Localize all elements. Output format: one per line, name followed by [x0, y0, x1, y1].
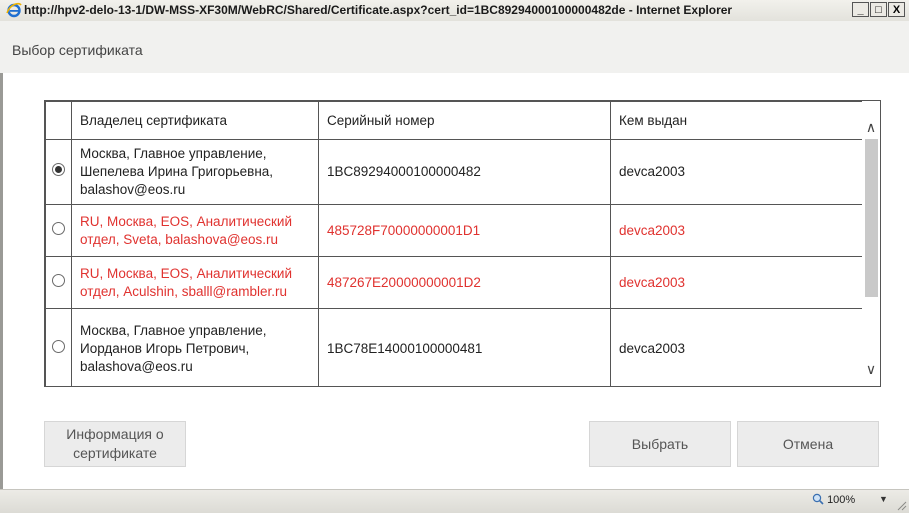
close-button[interactable]: X — [888, 2, 905, 17]
certificate-info-button[interactable]: Информация о сертификате — [44, 421, 186, 467]
scroll-thumb[interactable] — [865, 139, 878, 297]
row-radio[interactable] — [52, 339, 65, 353]
cell-serial: 487267E20000000001D2 — [318, 256, 611, 309]
zoom-control[interactable]: 100% — [812, 493, 855, 506]
cell-owner: Москва, Главное управление, Шепелева Ири… — [71, 139, 319, 205]
table-row[interactable]: RU, Москва, EOS, Аналитический отдел, Sv… — [45, 204, 864, 257]
magnifier-icon — [812, 493, 824, 505]
cancel-button[interactable]: Отмена — [737, 421, 879, 467]
window-left-border — [0, 73, 3, 489]
maximize-button[interactable]: □ — [870, 2, 887, 17]
cell-issuer: devca2003 — [610, 308, 864, 386]
dialog-title: Выбор сертификата — [12, 42, 143, 58]
cell-issuer: devca2003 — [610, 256, 864, 309]
chevron-up-icon[interactable]: ∧ — [862, 117, 880, 137]
chevron-down-icon[interactable]: ∨ — [862, 359, 880, 379]
cell-issuer: devca2003 — [610, 204, 864, 257]
certificate-table: Владелец сертификата Серийный номер Кем … — [44, 100, 881, 387]
zoom-level: 100% — [827, 494, 856, 506]
window-title: http://hpv2-delo-13-1/DW-MSS-XF30M/WebRC… — [24, 3, 733, 17]
ie-logo-icon — [6, 2, 22, 18]
cell-issuer: devca2003 — [610, 139, 864, 205]
row-radio[interactable] — [52, 221, 65, 235]
cell-serial: 485728F70000000001D1 — [318, 204, 611, 257]
select-button[interactable]: Выбрать — [589, 421, 731, 467]
zoom-dropdown-icon[interactable]: ▼ — [879, 494, 888, 504]
cell-owner: RU, Москва, EOS, Аналитический отдел, Ac… — [71, 256, 319, 309]
table-row[interactable]: Москва, Главное управление, Шепелева Ири… — [45, 139, 864, 205]
status-bar: 100% ▼ — [0, 489, 909, 513]
cell-owner: RU, Москва, EOS, Аналитический отдел, Sv… — [71, 204, 319, 257]
certificate-info-label: Информация о сертификате — [66, 426, 164, 461]
cell-serial: 1BC89294000100000482 — [318, 139, 611, 205]
header-serial: Серийный номер — [318, 101, 611, 140]
resize-grip-icon[interactable] — [895, 499, 907, 511]
header-issuer: Кем выдан — [610, 101, 864, 140]
table-scrollbar[interactable]: ∧ ∨ — [862, 101, 880, 386]
row-radio[interactable] — [52, 273, 65, 287]
minimize-button[interactable]: _ — [852, 2, 869, 17]
table-row[interactable]: RU, Москва, EOS, Аналитический отдел, Ac… — [45, 256, 864, 309]
cell-serial: 1BC78E14000100000481 — [318, 308, 611, 386]
dialog-header: Выбор сертификата — [0, 21, 909, 73]
cell-owner: Москва, Главное управление, Иорданов Иго… — [71, 308, 319, 386]
table-row[interactable]: Москва, Главное управление, Иорданов Иго… — [45, 308, 864, 386]
row-radio[interactable] — [52, 163, 65, 176]
browser-titlebar: http://hpv2-delo-13-1/DW-MSS-XF30M/WebRC… — [0, 0, 909, 22]
header-select — [45, 101, 72, 140]
header-owner: Владелец сертификата — [71, 101, 319, 140]
